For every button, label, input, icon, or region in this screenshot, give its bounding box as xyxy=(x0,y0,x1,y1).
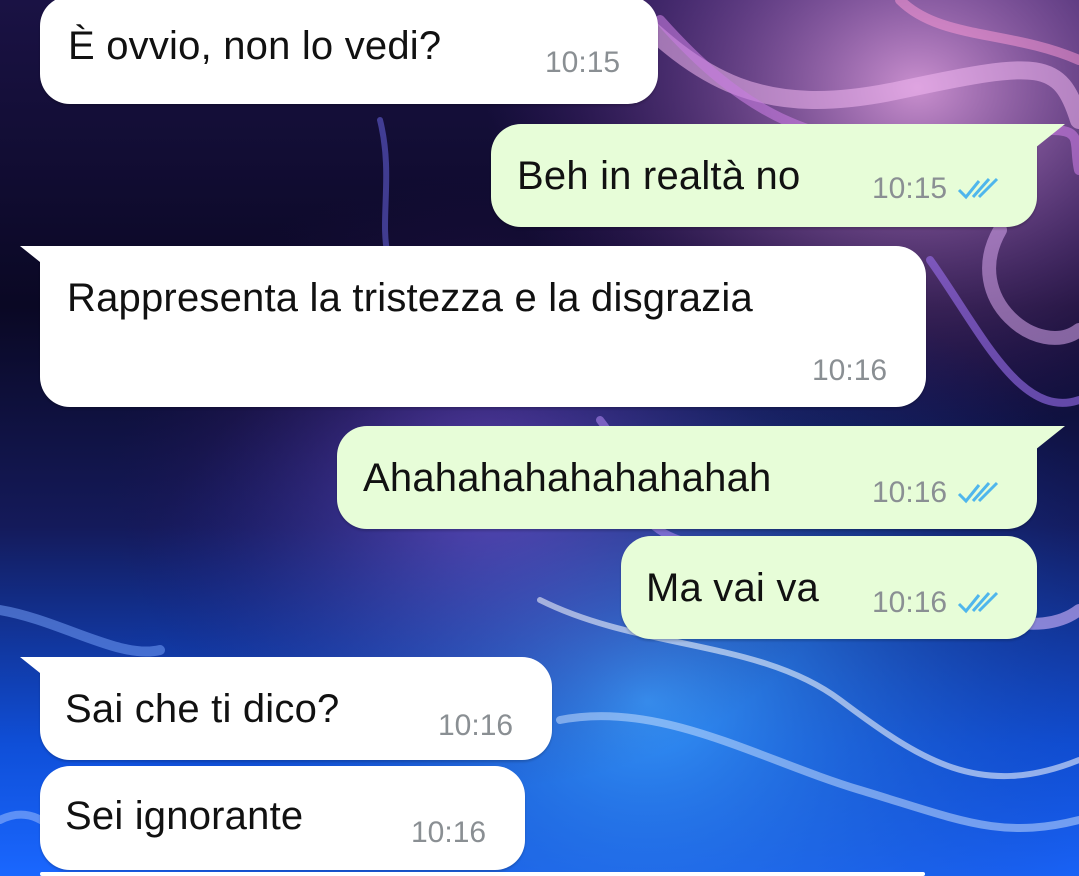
outgoing-message-bubble[interactable]: Ma vai va 10:16 xyxy=(621,536,1037,639)
message-text: Sei ignorante xyxy=(65,794,304,838)
incoming-message-bubble[interactable]: Sai che ti dico? 10:16 xyxy=(20,657,552,760)
message-text: Ma vai va xyxy=(646,566,819,610)
message-time: 10:16 xyxy=(812,354,888,387)
bubble-tail xyxy=(1035,124,1065,148)
message-timestamp: 10:15 xyxy=(872,172,1001,206)
message-timestamp: 10:16 xyxy=(411,816,486,850)
message-time: 10:15 xyxy=(545,46,621,79)
message-text: Ahahahahahahahahah xyxy=(363,456,772,500)
message-timestamp: 10:16 xyxy=(438,709,513,743)
message-timestamp: 10:16 xyxy=(812,354,887,388)
outgoing-message-bubble[interactable]: Ahahahahahahahahah 10:16 xyxy=(337,426,1065,529)
message-time: 10:16 xyxy=(411,816,487,849)
message-text: È ovvio, non lo vedi? xyxy=(68,24,442,68)
chat-message-list[interactable]: È ovvio, non lo vedi? 10:15 Beh in realt… xyxy=(0,0,1079,876)
message-time: 10:16 xyxy=(872,586,948,619)
bubble-tail xyxy=(20,246,50,270)
message-time: 10:16 xyxy=(438,709,514,742)
incoming-message-bubble-partial[interactable] xyxy=(40,872,925,876)
read-double-tick-icon xyxy=(958,481,999,504)
incoming-message-bubble[interactable]: È ovvio, non lo vedi? 10:15 xyxy=(40,0,658,104)
message-time: 10:16 xyxy=(872,476,948,509)
incoming-message-bubble[interactable]: Rappresenta la tristezza e la disgrazia … xyxy=(20,246,926,407)
message-timestamp: 10:16 xyxy=(872,586,1001,620)
read-double-tick-icon xyxy=(958,177,999,200)
message-text: Rappresenta la tristezza e la disgrazia xyxy=(67,276,753,320)
message-timestamp: 10:15 xyxy=(545,46,620,80)
message-timestamp: 10:16 xyxy=(872,476,1001,510)
bubble-tail xyxy=(1035,426,1065,450)
message-text: Beh in realtà no xyxy=(517,154,801,198)
message-text: Sai che ti dico? xyxy=(65,687,340,731)
incoming-message-bubble[interactable]: Sei ignorante 10:16 xyxy=(40,766,525,870)
outgoing-message-bubble[interactable]: Beh in realtà no 10:15 xyxy=(491,124,1065,227)
bubble-tail xyxy=(20,657,50,681)
message-time: 10:15 xyxy=(872,172,948,205)
read-double-tick-icon xyxy=(958,591,999,614)
